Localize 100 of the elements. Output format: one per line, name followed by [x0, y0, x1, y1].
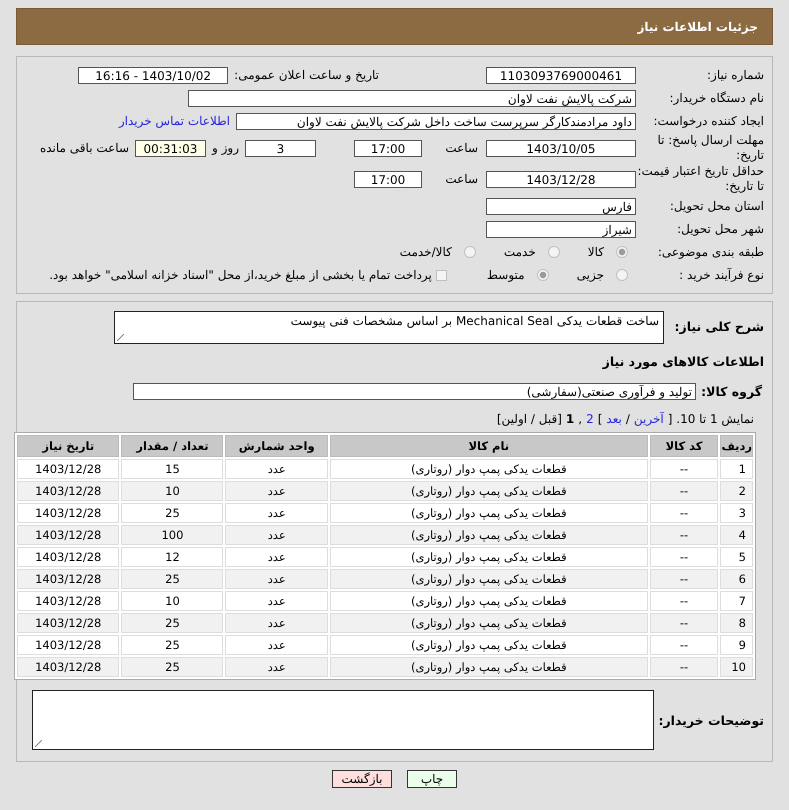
table-cell: 1403/12/28	[17, 481, 120, 501]
table-cell: 1403/12/28	[17, 547, 120, 567]
table-cell: قطعات یدکی پمپ دوار (روتاری)	[330, 525, 648, 545]
resize-grip-icon	[35, 740, 42, 747]
field-label: مهلت ارسال پاسخ: تا تاریخ:	[656, 133, 765, 163]
radio-button[interactable]	[536, 269, 549, 281]
text-field[interactable]: 1103093769000461	[486, 66, 636, 84]
table-cell: 1403/12/28	[17, 525, 120, 545]
table-cell: 4	[720, 525, 753, 545]
table-cell: قطعات یدکی پمپ دوار (روتاری)	[330, 657, 648, 677]
column-header: نام کالا	[330, 435, 648, 457]
table-cell: 5	[720, 547, 753, 567]
table-cell: 1403/12/28	[17, 657, 120, 677]
field-label: نوع فرآیند خرید :	[678, 268, 765, 282]
pager-text: [قبل / اولین]	[496, 412, 563, 426]
text-field[interactable]: شیراز	[486, 220, 636, 238]
text-field[interactable]: 17:00	[354, 170, 422, 188]
radio-button[interactable]	[464, 246, 476, 258]
field-label: شماره نیاز:	[706, 68, 765, 82]
table-cell: 3	[720, 503, 753, 523]
table-cell: 10	[121, 591, 224, 611]
table-cell: قطعات یدکی پمپ دوار (روتاری)	[330, 481, 648, 501]
field-label: ایجاد کننده درخواست:	[652, 114, 765, 128]
text-field[interactable]: 3	[245, 140, 316, 156]
table-cell: --	[650, 569, 718, 589]
table-cell: --	[650, 459, 718, 479]
field-label: شهر محل تحویل:	[676, 222, 765, 236]
contact-link[interactable]: اطلاعات تماس خریدار	[118, 114, 236, 128]
table-cell: 25	[121, 613, 224, 633]
option-label: جزیی	[576, 268, 605, 282]
table-cell: --	[650, 503, 718, 523]
table-cell: قطعات یدکی پمپ دوار (روتاری)	[330, 591, 648, 611]
table-cell: عدد	[225, 503, 328, 523]
checkbox[interactable]	[436, 270, 447, 280]
column-header: ردیف	[720, 435, 753, 457]
table-cell: عدد	[225, 459, 328, 479]
text-field[interactable]: 1403/10/02 - 16:16	[78, 66, 228, 84]
text-field[interactable]: 17:00	[354, 140, 422, 156]
pager-link[interactable]: بعد	[604, 412, 624, 426]
table-cell: --	[650, 657, 718, 677]
table-cell: 7	[720, 591, 753, 611]
text-field[interactable]: شرکت پالایش نفت لاوان	[188, 90, 636, 106]
column-header: واحد شمارش	[225, 435, 328, 457]
current-page: 1	[564, 412, 576, 426]
table-cell: --	[650, 591, 718, 611]
table-cell: قطعات یدکی پمپ دوار (روتاری)	[330, 547, 648, 567]
table-cell: 1403/12/28	[17, 503, 120, 523]
pager-link[interactable]: 2	[584, 412, 596, 426]
table-cell: 10	[720, 657, 753, 677]
text-field[interactable]: 1403/10/05	[486, 140, 636, 156]
field-label: شرح کلی نیاز:	[674, 318, 765, 334]
option-label: کالا/خدمت	[398, 245, 453, 259]
pager-text: ]	[596, 412, 604, 426]
table-cell: 1403/12/28	[17, 635, 120, 655]
table-cell: عدد	[225, 613, 328, 633]
text-field[interactable]: 00:31:03	[135, 140, 206, 156]
pager-text: ,	[577, 412, 584, 426]
field-label: اطلاعات کالاهای مورد نیاز	[601, 354, 765, 368]
option-label: کالا	[586, 245, 605, 259]
table-cell: عدد	[225, 525, 328, 545]
table-cell: 100	[121, 525, 224, 545]
field-label: روز و	[210, 141, 240, 155]
text-field[interactable]: تولید و فرآوری صنعتی(سفارشی)	[133, 382, 696, 400]
field-label: استان محل تحویل:	[668, 199, 765, 213]
table-cell: 1403/12/28	[17, 569, 120, 589]
table-cell: عدد	[225, 657, 328, 677]
table-cell: 1403/12/28	[17, 613, 120, 633]
column-header: تاریخ نیاز	[17, 435, 120, 457]
pager-link[interactable]: آخرین	[632, 412, 666, 426]
text-field[interactable]: فارس	[486, 198, 636, 214]
table-cell: قطعات یدکی پمپ دوار (روتاری)	[330, 635, 648, 655]
back-button[interactable]: بازگشت	[332, 770, 392, 788]
print-button[interactable]: چاپ	[407, 770, 457, 788]
field-label: ساعت	[444, 172, 479, 186]
table-cell: --	[650, 613, 718, 633]
table-cell: عدد	[225, 481, 328, 501]
table-cell: 2	[720, 481, 753, 501]
table-cell: قطعات یدکی پمپ دوار (روتاری)	[330, 503, 648, 523]
field-label: حداقل تاریخ اعتبار قیمت: تا تاریخ:	[636, 164, 765, 194]
table-cell: 25	[121, 503, 224, 523]
pager-text: /	[624, 412, 631, 426]
table-cell: 25	[121, 635, 224, 655]
text-field[interactable]: داود مرادمندکارگر سرپرست ساخت داخل شرکت پالایش نفت لاوان	[236, 112, 636, 130]
field-label: تاریخ و ساعت اعلان عمومی:	[233, 68, 380, 82]
radio-button[interactable]	[616, 269, 628, 281]
radio-button[interactable]	[616, 246, 628, 258]
radio-button[interactable]	[548, 246, 560, 258]
description-field[interactable]: ساخت قطعات یدکی Mechanical Seal بر اساس مشخصات فنی پیوست	[114, 311, 664, 344]
table-cell: 1403/12/28	[17, 459, 120, 479]
table-cell: عدد	[225, 569, 328, 589]
pager-text: نمایش 1 تا 10. [	[666, 412, 755, 426]
buyer-notes-field[interactable]	[32, 690, 654, 750]
table-cell: عدد	[225, 591, 328, 611]
table-cell: 12	[121, 547, 224, 567]
field-label: ساعت	[444, 141, 479, 155]
option-label: خدمت	[502, 245, 537, 259]
table-cell: قطعات یدکی پمپ دوار (روتاری)	[330, 569, 648, 589]
text-field[interactable]: 1403/12/28	[486, 170, 636, 188]
table-cell: 9	[720, 635, 753, 655]
field-label: نام دستگاه خریدار:	[668, 91, 765, 105]
